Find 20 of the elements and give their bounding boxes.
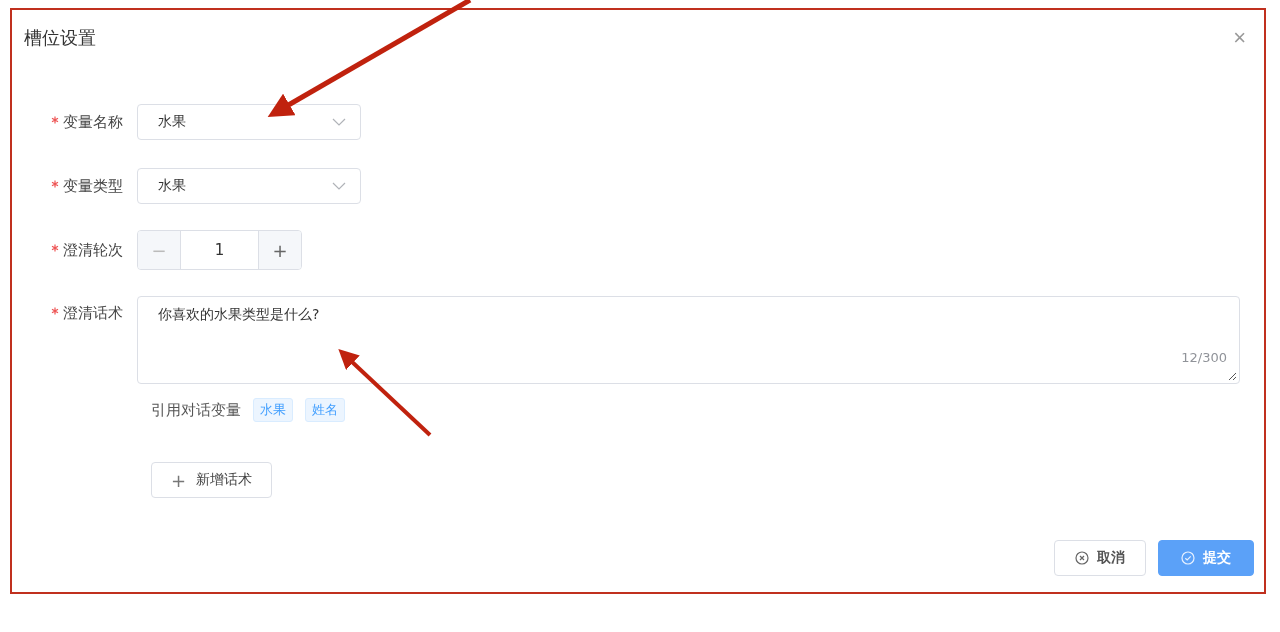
field-label: 变量名称 [63, 112, 123, 132]
field-label: 变量类型 [63, 176, 123, 196]
add-phrase-button[interactable]: + 新增话术 [151, 462, 273, 498]
chevron-down-icon [332, 118, 346, 126]
select-field[interactable]: 水果 [137, 104, 361, 140]
text-area[interactable]: 你喜欢的水果类型是什么? 12/300 [137, 296, 1240, 384]
resize-handle-icon[interactable] [1227, 371, 1237, 381]
select-field[interactable]: 水果 [137, 168, 361, 204]
chevron-down-icon [332, 182, 346, 190]
number-stepper[interactable]: − 1 + [137, 230, 302, 270]
close-circle-icon [1075, 551, 1089, 565]
text-value: 你喜欢的水果类型是什么? [158, 306, 320, 322]
field-label: 澄清话术 [63, 304, 123, 323]
field-label: 澄清轮次 [63, 240, 123, 260]
reference-label: 引用对话变量 [151, 400, 241, 420]
check-circle-icon [1181, 551, 1195, 565]
dialog-title: 槽位设置 [24, 26, 96, 50]
cancel-button[interactable]: 取消 [1054, 540, 1146, 576]
increment-button[interactable]: + [258, 231, 301, 269]
character-count: 12/300 [1181, 350, 1227, 365]
